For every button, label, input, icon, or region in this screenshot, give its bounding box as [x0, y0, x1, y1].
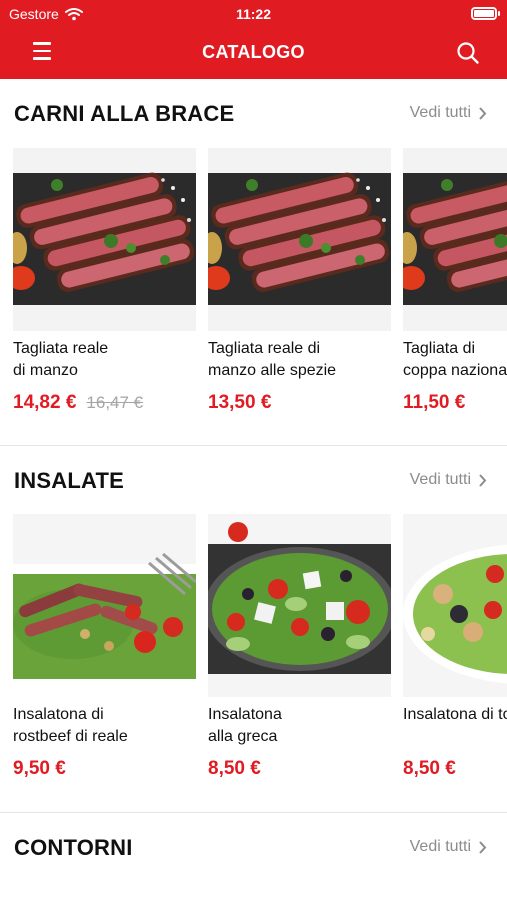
section-header: CARNI ALLA BRACE Vedi tutti [0, 79, 507, 139]
product-price: 9,50 € [13, 758, 66, 779]
product-image [13, 514, 196, 697]
product-card[interactable]: Insalatona di rostbeef di reale 9,50 € [13, 514, 196, 779]
chevron-right-icon [479, 473, 487, 487]
product-price: 11,50 € [403, 392, 466, 413]
product-price: 13,50 € [208, 392, 272, 413]
section-title: CARNI ALLA BRACE [14, 101, 235, 126]
product-prices: 13,50 € [208, 392, 271, 414]
product-name: Insalatona di rostbeef di reale [13, 706, 128, 745]
section-contorni: CONTORNI Vedi tutti [0, 813, 507, 900]
product-name: Tagliata reale di manzo alle spezie [208, 340, 337, 379]
product-carousel[interactable]: Tagliata reale di manzo 14,82 € 16,47 € … [0, 148, 507, 433]
status-bar: Gestore 11:22 [0, 0, 507, 28]
product-image [208, 148, 391, 331]
product-carousel[interactable]: Insalatona di rostbeef di reale 9,50 € I… [0, 514, 507, 804]
product-image [13, 148, 196, 331]
search-button[interactable] [455, 40, 481, 66]
section-insalate: INSALATE Vedi tutti Insalatona di rostbe… [0, 446, 507, 812]
product-price: 8,50 € [208, 758, 261, 779]
section-carni: CARNI ALLA BRACE Vedi tutti Tagliata rea… [0, 79, 507, 445]
page-title: CATALOGO [202, 42, 305, 62]
product-price: 14,82 € [13, 392, 77, 413]
product-old-price: 16,47 € [86, 393, 144, 412]
clock: 11:22 [235, 6, 272, 22]
product-prices: 11,50 € [403, 392, 465, 414]
product-prices: 14,82 € 16,47 € [13, 392, 143, 414]
product-card[interactable]: Tagliata reale di manzo 14,82 € 16,47 € [13, 148, 196, 413]
see-all-label: Vedi tutti [409, 471, 471, 488]
search-icon [457, 42, 479, 64]
section-header: INSALATE Vedi tutti [0, 446, 507, 506]
chevron-right-icon [479, 840, 487, 854]
product-image [208, 514, 391, 697]
product-prices: 8,50 € [403, 758, 456, 780]
product-price: 8,50 € [403, 758, 456, 779]
chevron-right-icon [479, 106, 487, 120]
section-header: CONTORNI Vedi tutti [0, 813, 507, 873]
see-all-label: Vedi tutti [409, 838, 471, 855]
product-prices: 9,50 € [13, 758, 66, 780]
see-all-link[interactable]: Vedi tutti [410, 838, 487, 856]
nav-bar: CATALOGO [0, 34, 507, 70]
battery-icon [471, 7, 500, 20]
product-name: Insalatona di tonno [403, 706, 507, 723]
product-card[interactable]: Insalatona di tonno 8,50 € [403, 514, 507, 779]
product-name: Insalatona alla greca [208, 706, 282, 745]
product-prices: 8,50 € [208, 758, 261, 780]
product-card[interactable]: Tagliata di coppa nazionale 11,50 € [403, 148, 507, 413]
section-title: CONTORNI [14, 835, 133, 860]
product-card[interactable]: Tagliata reale di manzo alle spezie 13,5… [208, 148, 391, 413]
product-name: Tagliata reale di manzo [13, 340, 109, 379]
product-image [403, 514, 507, 697]
see-all-label: Vedi tutti [409, 104, 471, 121]
see-all-link[interactable]: Vedi tutti [410, 471, 487, 489]
product-card[interactable]: Insalatona alla greca 8,50 € [208, 514, 391, 779]
product-name: Tagliata di coppa nazionale [403, 340, 507, 379]
product-image [403, 148, 507, 331]
app-header: Gestore 11:22 CATALOGO [0, 0, 507, 79]
see-all-link[interactable]: Vedi tutti [410, 104, 487, 122]
section-title: INSALATE [14, 468, 124, 493]
